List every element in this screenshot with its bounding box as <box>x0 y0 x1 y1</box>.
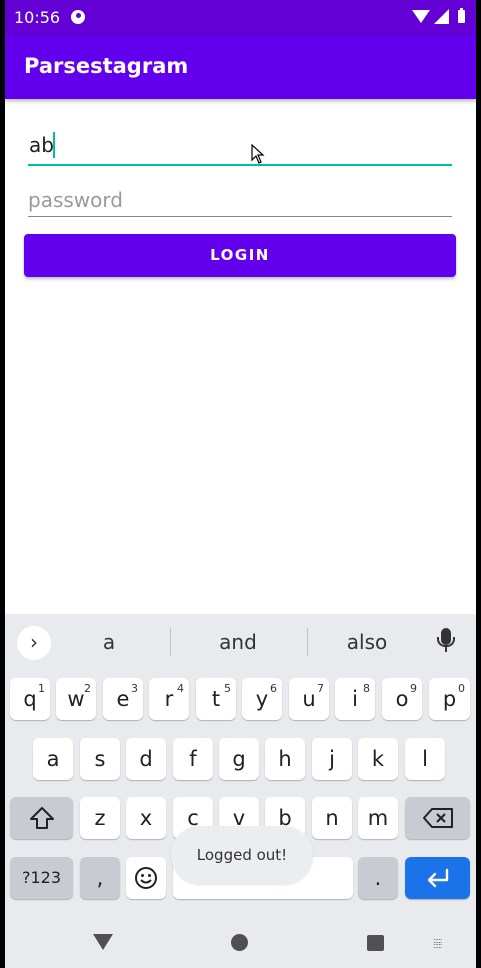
status-time: 10:56 <box>14 8 61 27</box>
key-hint: 2 <box>84 682 91 695</box>
backspace-icon <box>422 808 453 828</box>
key-label: r <box>164 687 174 711</box>
shift-key[interactable] <box>10 797 73 839</box>
app-bar: Parsestagram <box>5 35 476 99</box>
key-hint: 0 <box>458 682 465 695</box>
app-title: Parsestagram <box>24 54 189 78</box>
microphone-icon[interactable] <box>437 628 455 647</box>
key-hint: 4 <box>177 682 184 695</box>
text-caret <box>53 132 55 158</box>
key-u[interactable]: u7 <box>289 678 329 720</box>
key-label: i <box>352 687 358 711</box>
key-q[interactable]: q1 <box>10 678 50 720</box>
notification-icon <box>71 10 85 24</box>
period-key[interactable]: . <box>358 857 398 899</box>
microphone-icon-stem <box>445 647 447 652</box>
recents-icon[interactable] <box>367 935 384 951</box>
key-h[interactable]: h <box>265 738 305 780</box>
key-label: t <box>211 687 221 711</box>
divider <box>307 628 308 656</box>
key-label: y <box>255 687 269 711</box>
divider <box>170 628 171 656</box>
battery-icon <box>458 8 465 23</box>
key-label: o <box>395 687 409 711</box>
key-x[interactable]: x <box>126 797 166 839</box>
status-icons <box>412 8 468 25</box>
enter-icon <box>427 868 448 888</box>
key-r[interactable]: r4 <box>149 678 189 720</box>
password-field[interactable] <box>28 186 452 217</box>
wifi-icon <box>412 10 430 23</box>
status-bar: 10:56 <box>5 0 476 35</box>
key-s[interactable]: s <box>80 738 120 780</box>
enter-key[interactable] <box>405 857 470 899</box>
key-y[interactable]: y6 <box>242 678 282 720</box>
login-button[interactable]: LOGIN <box>24 234 456 277</box>
navigation-bar: :::::::::: <box>5 916 476 968</box>
key-hint: 1 <box>38 682 45 695</box>
comma-key[interactable]: , <box>80 857 120 899</box>
key-n[interactable]: n <box>312 797 352 839</box>
key-hint: 8 <box>363 682 370 695</box>
keyboard-switch-icon[interactable]: :::::::::: <box>433 937 453 950</box>
key-a[interactable]: a <box>33 738 73 780</box>
symbols-key[interactable]: ?123 <box>10 857 73 899</box>
expand-chevron-icon[interactable]: › <box>17 626 51 660</box>
home-icon[interactable] <box>231 934 248 951</box>
key-k[interactable]: k <box>358 738 398 780</box>
username-field[interactable]: ab <box>28 128 452 166</box>
key-label: w <box>67 687 85 711</box>
key-hint: 9 <box>410 682 417 695</box>
username-value: ab <box>29 133 54 157</box>
key-label: u <box>302 687 316 711</box>
key-z[interactable]: z <box>80 797 120 839</box>
app-screen: 10:56 Parsestagram ab LOGIN › a and also <box>5 0 476 968</box>
key-t[interactable]: t5 <box>196 678 236 720</box>
back-icon[interactable] <box>93 934 113 950</box>
key-m[interactable]: m <box>358 797 398 839</box>
suggestion-2[interactable]: and <box>183 630 293 654</box>
shift-icon <box>29 807 54 829</box>
suggestion-1[interactable]: a <box>54 630 164 654</box>
key-hint: 5 <box>224 682 231 695</box>
key-hint: 7 <box>317 682 324 695</box>
suggestion-3[interactable]: also <box>312 630 422 654</box>
emoji-icon <box>135 867 157 889</box>
key-j[interactable]: j <box>312 738 352 780</box>
emoji-key[interactable] <box>126 857 166 899</box>
key-o[interactable]: o9 <box>382 678 422 720</box>
key-e[interactable]: e3 <box>103 678 143 720</box>
key-label: e <box>116 687 130 711</box>
key-label: p <box>442 687 457 711</box>
key-label: q <box>23 687 37 711</box>
key-i[interactable]: i8 <box>335 678 375 720</box>
toast-message: Logged out! <box>171 826 313 884</box>
key-g[interactable]: g <box>219 738 259 780</box>
key-hint: 3 <box>131 682 138 695</box>
backspace-key[interactable] <box>405 797 470 839</box>
key-d[interactable]: d <box>126 738 166 780</box>
key-w[interactable]: w2 <box>56 678 96 720</box>
signal-icon <box>434 9 449 24</box>
key-hint: 6 <box>270 682 277 695</box>
key-l[interactable]: l <box>405 738 445 780</box>
key-p[interactable]: p0 <box>429 678 470 720</box>
password-input[interactable] <box>28 186 448 214</box>
suggestion-strip: › a and also <box>5 614 476 670</box>
key-f[interactable]: f <box>173 738 213 780</box>
